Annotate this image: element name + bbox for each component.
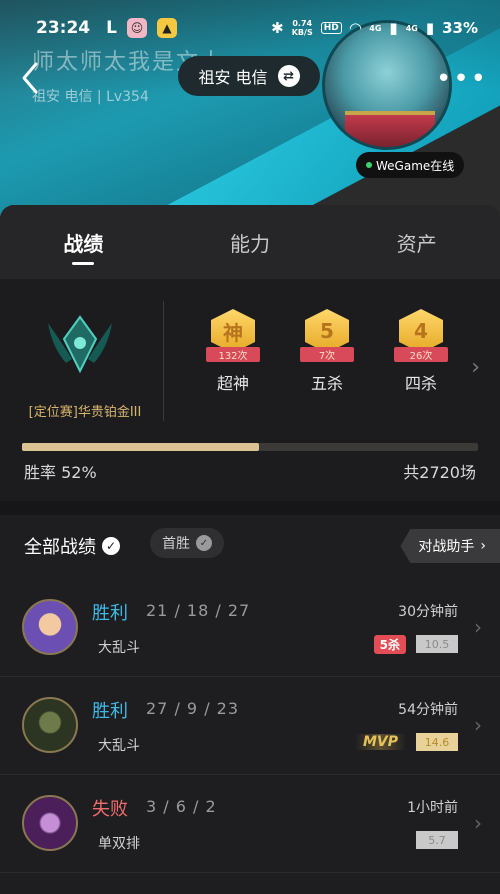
battery-percent: 33% xyxy=(442,19,478,37)
check-icon: ✓ xyxy=(196,535,212,551)
medal-label: 五杀 xyxy=(310,374,343,393)
medal-legendary: 神 132次 超神 xyxy=(198,309,268,394)
signal-bars-icon-2: ▮ xyxy=(425,19,435,37)
match-kda: 27 / 9 / 23 xyxy=(146,699,240,718)
battle-assistant-button[interactable]: 对战助手 › xyxy=(400,529,500,563)
tab-records[interactable]: 战绩 xyxy=(0,205,167,279)
check-icon: ✓ xyxy=(102,537,120,555)
wegame-online-badge: WeGame在线 xyxy=(356,152,465,178)
champion-avatar xyxy=(22,697,78,753)
match-row[interactable]: 胜利 21 / 18 / 27 大乱斗 30分钟前 5杀 10.5 › xyxy=(0,579,500,677)
match-kda: 3 / 6 / 2 xyxy=(146,797,217,816)
chevron-right-icon: › xyxy=(474,713,482,737)
app-notification-icon: ☺ xyxy=(126,18,147,38)
win-rate-bar xyxy=(22,443,478,451)
medal-quadrakill: 4 26次 四杀 xyxy=(386,309,456,394)
match-score: 5.7 xyxy=(416,831,458,849)
total-games-text: 共2720场 xyxy=(403,463,476,482)
signal-icon-1: 4G xyxy=(369,23,382,33)
tab-ability[interactable]: 能力 xyxy=(167,205,334,279)
match-result: 失败 xyxy=(92,799,128,820)
match-score: 10.5 xyxy=(416,635,458,653)
champion-avatar xyxy=(22,795,78,851)
chevron-right-icon: › xyxy=(474,615,482,639)
mvp-badge: MVP xyxy=(354,731,406,753)
match-result: 胜利 xyxy=(92,701,128,722)
match-row[interactable]: 失败 3 / 6 / 2 单双排 1小时前 5.7 › xyxy=(0,775,500,873)
tab-bar: 战绩 能力 资产 xyxy=(0,205,500,279)
chevron-right-icon[interactable]: › xyxy=(471,355,480,380)
server-switch-button[interactable]: 祖安 电信 ⇄ xyxy=(178,56,320,96)
rank-emblem-icon xyxy=(48,315,112,374)
medal-label: 四杀 xyxy=(404,374,437,393)
records-title: 全部战绩 xyxy=(24,537,96,558)
match-kda: 21 / 18 / 27 xyxy=(146,601,251,620)
first-win-filter[interactable]: 首胜 ✓ xyxy=(150,528,224,558)
app-notification-icon-2: ▲ xyxy=(156,18,177,38)
status-l: L xyxy=(106,18,117,38)
win-rate-fill xyxy=(22,443,260,451)
chevron-right-icon: › xyxy=(480,538,486,554)
match-time: 54分钟前 xyxy=(398,702,458,718)
signal-bars-icon-1: ▮ xyxy=(389,19,398,37)
medal-count: 132次 xyxy=(206,347,260,362)
more-options-icon[interactable]: ••• xyxy=(436,64,488,94)
main-card: 战绩 能力 资产 [定位赛]华贵铂金III 神 132次 超神 5 7次 五杀 … xyxy=(0,205,500,894)
match-time: 1小时前 xyxy=(407,800,458,816)
hd-icon: HD xyxy=(320,22,342,34)
win-rate-text: 胜率 52% xyxy=(24,463,97,482)
wifi-icon: ◠ xyxy=(349,19,362,37)
match-time: 30分钟前 xyxy=(398,604,458,620)
match-mode: 单双排 xyxy=(98,836,140,852)
chevron-right-icon: › xyxy=(474,811,482,835)
rank-label: [定位赛]华贵铂金III xyxy=(28,405,142,420)
medal-count: 26次 xyxy=(394,347,448,362)
medal-label: 超神 xyxy=(216,374,249,393)
status-time: 23:24 xyxy=(36,18,91,38)
swap-icon: ⇄ xyxy=(277,65,300,87)
net-speed: 0.74 KB/S xyxy=(291,19,313,37)
match-score: 14.6 xyxy=(416,733,458,751)
tab-assets[interactable]: 资产 xyxy=(333,205,500,279)
signal-icon-2: 4G xyxy=(405,23,418,33)
online-dot-icon xyxy=(366,162,372,168)
first-win-label: 首胜 xyxy=(162,536,190,552)
medal-pentakill: 5 7次 五杀 xyxy=(292,309,362,394)
match-mode: 大乱斗 xyxy=(98,738,140,754)
back-arrow-icon[interactable] xyxy=(16,58,46,98)
battle-assistant-label: 对战助手 xyxy=(418,539,475,555)
match-row[interactable]: 胜利 27 / 9 / 23 大乱斗 54分钟前 MVP 14.6 › xyxy=(0,677,500,775)
champion-avatar xyxy=(22,599,78,655)
rank-summary[interactable]: [定位赛]华贵铂金III 神 132次 超神 5 7次 五杀 4 26次 四杀 … xyxy=(0,279,500,501)
records-header: 全部战绩 ✓ 首胜 ✓ 对战助手 › xyxy=(0,515,500,575)
match-mode: 大乱斗 xyxy=(98,640,140,656)
wegame-status-label: WeGame在线 xyxy=(376,158,455,173)
status-bar: 23:24 L ☺ ▲ ✱ 0.74 KB/S HD ◠ 4G ▮ 4G ▮ 3… xyxy=(0,0,500,56)
server-pill-label: 祖安 电信 xyxy=(198,68,268,87)
all-records-filter[interactable]: 全部战绩 ✓ xyxy=(24,533,120,559)
bluetooth-icon: ✱ xyxy=(271,19,284,37)
player-server-level: 祖安 电信 | Lv354 xyxy=(32,89,149,105)
pentakill-badge: 5杀 xyxy=(373,633,406,655)
match-result: 胜利 xyxy=(92,603,128,624)
medal-count: 7次 xyxy=(300,347,354,362)
